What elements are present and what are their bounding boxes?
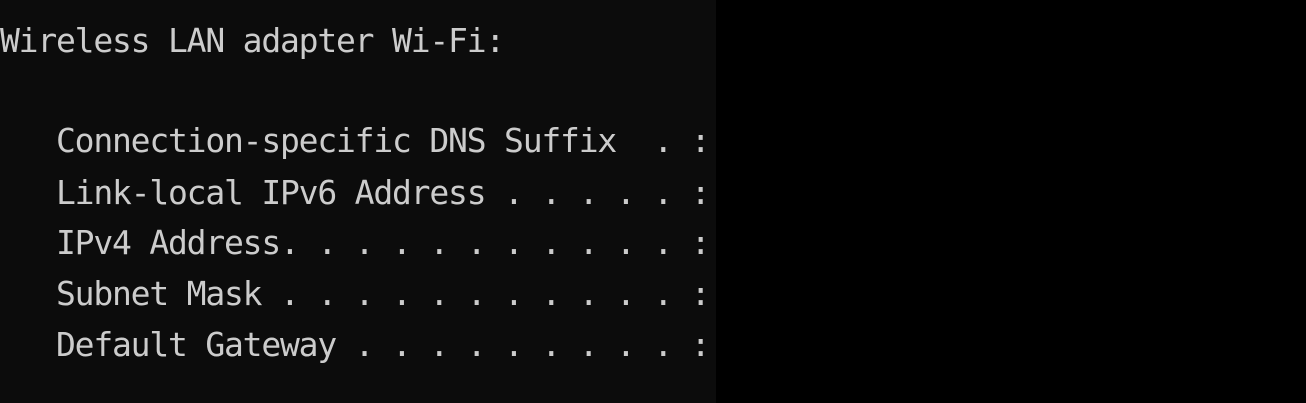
subnet-mask-line: Subnet Mask . . . . . . . . . . . : <box>56 274 711 313</box>
default-gateway-line: Default Gateway . . . . . . . . . : <box>56 325 711 364</box>
terminal-window[interactable]: Wireless LAN adapter Wi-Fi: Connection-s… <box>0 0 1306 403</box>
dns-suffix-line: Connection-specific DNS Suffix . : <box>56 121 711 160</box>
redacted-values-block <box>716 0 1306 403</box>
ipv4-address-line: IPv4 Address. . . . . . . . . . . : <box>56 223 711 262</box>
adapter-heading: Wireless LAN adapter Wi-Fi: <box>0 21 505 60</box>
ipv6-address-line: Link-local IPv6 Address . . . . . : <box>56 173 711 212</box>
